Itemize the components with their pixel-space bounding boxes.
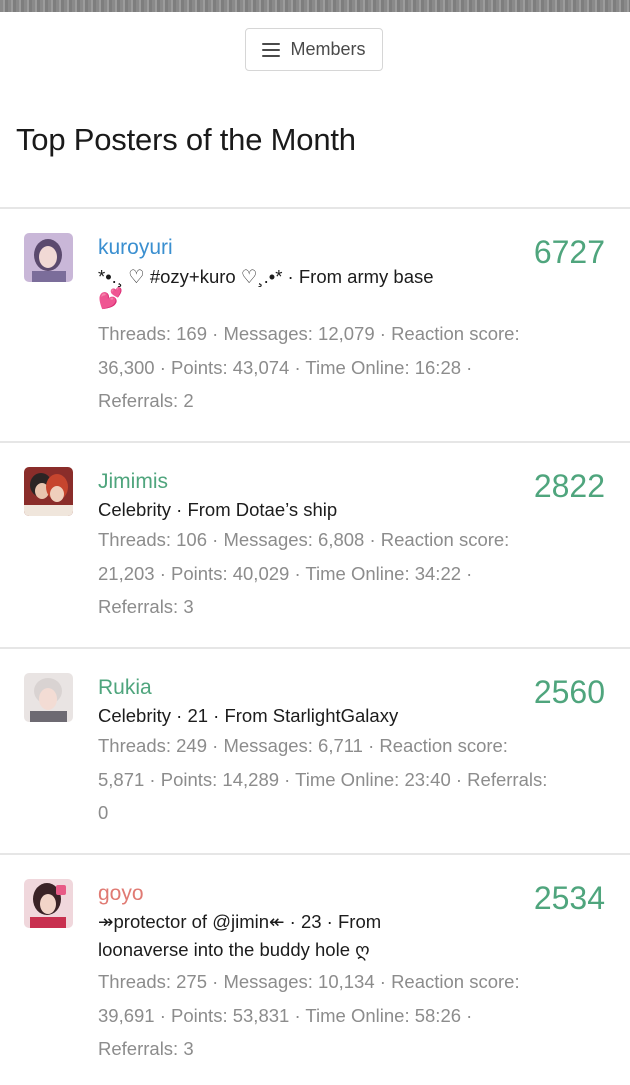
description-line: Celebrity · From Dotae’s ship (98, 499, 338, 520)
hamburger-icon (262, 42, 281, 57)
user-avatar[interactable] (24, 673, 73, 722)
list-item: goyo 2534 ↠protector of @jimin↞ · 23 · F… (0, 855, 630, 1085)
user-stats: Threads: 169 · Messages: 12,079 · Reacti… (98, 317, 603, 418)
user-avatar[interactable] (24, 467, 73, 516)
user-description: *•.¸ ♡ #ozy+kuro ♡¸.•* · From army base … (98, 260, 508, 311)
page-top-edge (0, 0, 630, 12)
post-count: 6727 (533, 234, 605, 270)
stats-line: Referrals: 2 (98, 390, 194, 411)
user-avatar[interactable] (24, 233, 73, 282)
members-button-label: Members (290, 39, 366, 59)
user-stats: Threads: 249 · Messages: 6,711 · Reactio… (98, 729, 603, 830)
stats-line: Threads: 106 · Messages: 6,808 · Reactio… (98, 529, 510, 550)
list-item: Jimimis 2822 Celebrity · From Dotae’s sh… (0, 443, 630, 649)
stats-line: Threads: 249 · Messages: 6,711 · Reactio… (98, 735, 508, 756)
list-item: kuroyuri 6727 *•.¸ ♡ #ozy+kuro ♡¸.•* · F… (0, 209, 630, 443)
members-menu-button[interactable]: Members (245, 28, 383, 71)
stats-line: 39,691 · Points: 53,831 · Time Online: 5… (98, 1004, 473, 1026)
user-description: ↠protector of @jimin↞ · 23 · From loonav… (98, 905, 508, 966)
post-count: 2822 (533, 468, 605, 504)
stats-line: 5,871 · Points: 14,289 · Time Online: 23… (98, 768, 548, 790)
page-title: Top Posters of the Month (16, 122, 356, 157)
post-count: 2534 (533, 880, 605, 916)
username-link[interactable]: goyo (98, 881, 144, 907)
avatar-goyo-image (24, 879, 73, 928)
list-item: Rukia 2560 Celebrity · 21 · From Starlig… (0, 649, 630, 855)
user-stats: Threads: 275 · Messages: 10,134 · Reacti… (98, 965, 603, 1066)
username-link[interactable]: Rukia (98, 675, 152, 701)
description-line: loonaverse into the buddy hole ღ (98, 939, 370, 960)
user-description: Celebrity · 21 · From StarlightGalaxy (98, 699, 508, 732)
user-description: Celebrity · From Dotae’s ship (98, 493, 508, 526)
username-link[interactable]: Jimimis (98, 469, 168, 495)
user-avatar[interactable] (24, 879, 73, 928)
avatar-rukia-image (24, 673, 73, 722)
user-stats: Threads: 106 · Messages: 6,808 · Reactio… (98, 523, 603, 624)
stats-line: Threads: 169 · Messages: 12,079 · Reacti… (98, 323, 520, 344)
stats-line: Referrals: 3 (98, 596, 194, 617)
stats-line: Threads: 275 · Messages: 10,134 · Reacti… (98, 971, 520, 992)
username-link[interactable]: kuroyuri (98, 235, 173, 261)
stats-line: Referrals: 3 (98, 1038, 194, 1059)
top-posters-list: kuroyuri 6727 *•.¸ ♡ #ozy+kuro ♡¸.•* · F… (0, 207, 630, 1085)
description-line: Celebrity · 21 · From StarlightGalaxy (98, 705, 399, 726)
stats-line: 0 (98, 802, 109, 823)
stats-line: 21,203 · Points: 40,029 · Time Online: 3… (98, 562, 473, 584)
avatar-kuroyuri-image (24, 233, 73, 282)
post-count: 2560 (533, 674, 605, 710)
stats-line: 36,300 · Points: 43,074 · Time Online: 1… (98, 356, 473, 378)
avatar-jimimis-image (24, 467, 73, 516)
